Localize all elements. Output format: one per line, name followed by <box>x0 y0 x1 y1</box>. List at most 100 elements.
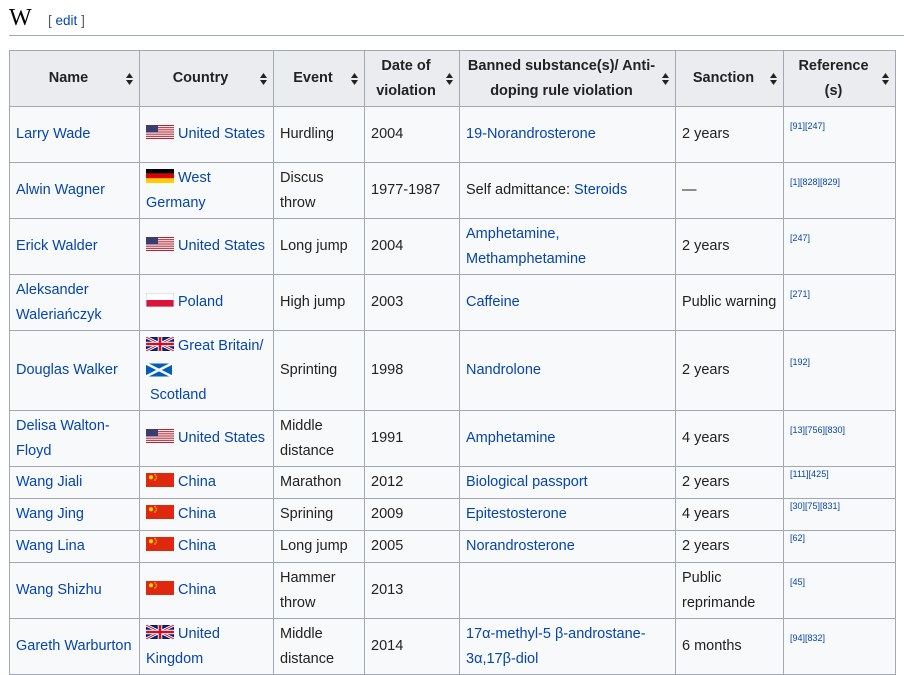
cell-date: 2013 <box>364 562 460 619</box>
cell-date: 2014 <box>364 618 460 675</box>
cell-sanction: 2 years <box>675 530 784 563</box>
cell-event: Sprining <box>273 498 365 531</box>
flag-germany-icon <box>146 167 174 183</box>
cell-name: Erick Walder <box>9 218 140 275</box>
athlete-link[interactable]: Aleksander Waleriańczyk <box>16 282 102 323</box>
athlete-link[interactable]: Larry Wade <box>16 126 90 142</box>
substance-link[interactable]: Norandrosterone <box>466 538 575 554</box>
event-text: Hurdling <box>280 126 334 143</box>
country-link[interactable]: China <box>178 538 216 554</box>
date-text: 2013 <box>371 582 404 599</box>
substance-link[interactable]: Biological passport <box>466 474 588 490</box>
substance-link[interactable]: Nandrolone <box>466 362 541 378</box>
table-row: Larry Wade United States Hurdling 2004 19-No… <box>9 106 896 163</box>
country-link[interactable]: United States <box>178 126 265 142</box>
cell-reference: [247] <box>783 218 896 275</box>
cell-country: United Kingdom <box>139 618 274 675</box>
country-link[interactable]: China <box>178 474 216 490</box>
cell-event: Marathon <box>273 466 365 499</box>
country-link[interactable]: Great Britain/ <box>178 338 263 354</box>
table-row: Wang Jing China Sprining 2009 Epitestosteron… <box>9 498 896 531</box>
cell-date: 2004 <box>364 106 460 163</box>
cell-name: Alwin Wagner <box>9 162 140 219</box>
athlete-link[interactable]: Delisa Walton-Floyd <box>16 418 110 459</box>
section-title: W <box>9 5 32 31</box>
country-link[interactable]: United States <box>178 238 265 254</box>
substance-link[interactable]: Amphetamine <box>466 430 555 446</box>
column-header-date[interactable]: Date of violation <box>364 50 460 107</box>
athlete-link[interactable]: Douglas Walker <box>16 362 118 378</box>
event-text: Middle distance <box>280 626 335 667</box>
country-link[interactable]: Poland <box>178 294 223 310</box>
flag-china-icon <box>146 471 174 488</box>
flag-scotland-icon <box>145 359 173 378</box>
cell-substance: Amphetamine, Methamphetamine <box>459 218 676 275</box>
cell-name: Delisa Walton-Floyd <box>9 410 140 467</box>
reference-link[interactable]: [13][756][830] <box>790 425 845 435</box>
athlete-link[interactable]: Erick Walder <box>16 238 98 254</box>
edit-link[interactable]: edit <box>56 13 78 28</box>
athlete-link[interactable]: Alwin Wagner <box>16 182 105 198</box>
country-link[interactable]: United States <box>178 430 265 446</box>
cell-reference: [94][832] <box>783 618 896 675</box>
cell-name: Gareth Warburton <box>9 618 140 675</box>
date-text: 1991 <box>371 430 404 447</box>
cell-reference: [30][75][831] <box>783 498 896 531</box>
column-header-substance[interactable]: Banned substance(s)/ Anti-doping rule vi… <box>459 50 676 107</box>
country-link[interactable]: China <box>178 582 216 598</box>
cell-sanction: Public warning <box>675 274 784 331</box>
reference-link[interactable]: [192] <box>790 357 810 367</box>
reference-link[interactable]: [111][425] <box>790 469 829 479</box>
country-link[interactable]: China <box>178 506 216 522</box>
reference-link[interactable]: [247] <box>790 233 810 243</box>
column-header-reference[interactable]: Reference (s) <box>783 50 896 107</box>
reference-link[interactable]: [1][828][829] <box>790 177 840 187</box>
cell-substance: Norandrosterone <box>459 530 676 563</box>
substance-link[interactable]: Epitestosterone <box>466 506 567 522</box>
cell-sanction: 2 years <box>675 106 784 163</box>
athlete-link[interactable]: Wang Jing <box>16 506 84 522</box>
date-text: 2014 <box>371 638 404 655</box>
substance-link[interactable]: Steroids <box>574 182 627 198</box>
substance-link[interactable]: Caffeine <box>466 294 520 310</box>
cell-sanction: 6 months <box>675 618 784 675</box>
reference-link[interactable]: [62] <box>790 533 805 543</box>
sort-icon <box>882 72 889 85</box>
sanction-text: 2 years <box>682 126 730 143</box>
sanction-text: 2 years <box>682 538 730 555</box>
substance-link[interactable]: 19-Norandrosterone <box>466 126 596 142</box>
column-header-sanction[interactable]: Sanction <box>675 50 784 107</box>
date-text: 1977-1987 <box>371 182 441 199</box>
column-header-country[interactable]: Country <box>139 50 274 107</box>
sanction-text: Public warning <box>682 294 777 311</box>
cell-country: China <box>139 562 274 619</box>
reference-link[interactable]: [271] <box>790 289 810 299</box>
reference-link[interactable]: [45] <box>790 577 805 587</box>
cell-event: Hammer throw <box>273 562 365 619</box>
reference-link[interactable]: [94][832] <box>790 633 825 643</box>
date-text: 2004 <box>371 126 404 143</box>
athlete-link[interactable]: Wang Jiali <box>16 474 82 490</box>
substance-link[interactable]: 17α-methyl-5 β-androstane-3α,17β-diol <box>466 626 646 667</box>
athlete-link[interactable]: Wang Shizhu <box>16 582 102 598</box>
cell-date: 2009 <box>364 498 460 531</box>
doping-table: Name Country Event Date of violation Ban… <box>9 50 896 675</box>
country-link[interactable]: Scotland <box>150 387 206 403</box>
cell-reference: [62] <box>783 530 896 563</box>
sanction-text: 4 years <box>682 506 730 523</box>
date-text: 1998 <box>371 362 404 379</box>
cell-country: Poland <box>139 274 274 331</box>
athlete-link[interactable]: Gareth Warburton <box>16 638 132 654</box>
cell-name: Wang Jiali <box>9 466 140 499</box>
reference-link[interactable]: [91][247] <box>790 121 825 131</box>
sanction-text: — <box>682 182 697 199</box>
column-header-event[interactable]: Event <box>273 50 365 107</box>
substance-link[interactable]: Amphetamine, Methamphetamine <box>466 226 586 267</box>
cell-event: Sprinting <box>273 330 365 411</box>
table-row: Erick Walder United States Long jump 2004 Am… <box>9 218 896 275</box>
athlete-link[interactable]: Wang Lina <box>16 538 85 554</box>
cell-date: 1998 <box>364 330 460 411</box>
cell-sanction: 4 years <box>675 498 784 531</box>
column-header-name[interactable]: Name <box>9 50 140 107</box>
reference-link[interactable]: [30][75][831] <box>790 501 840 511</box>
